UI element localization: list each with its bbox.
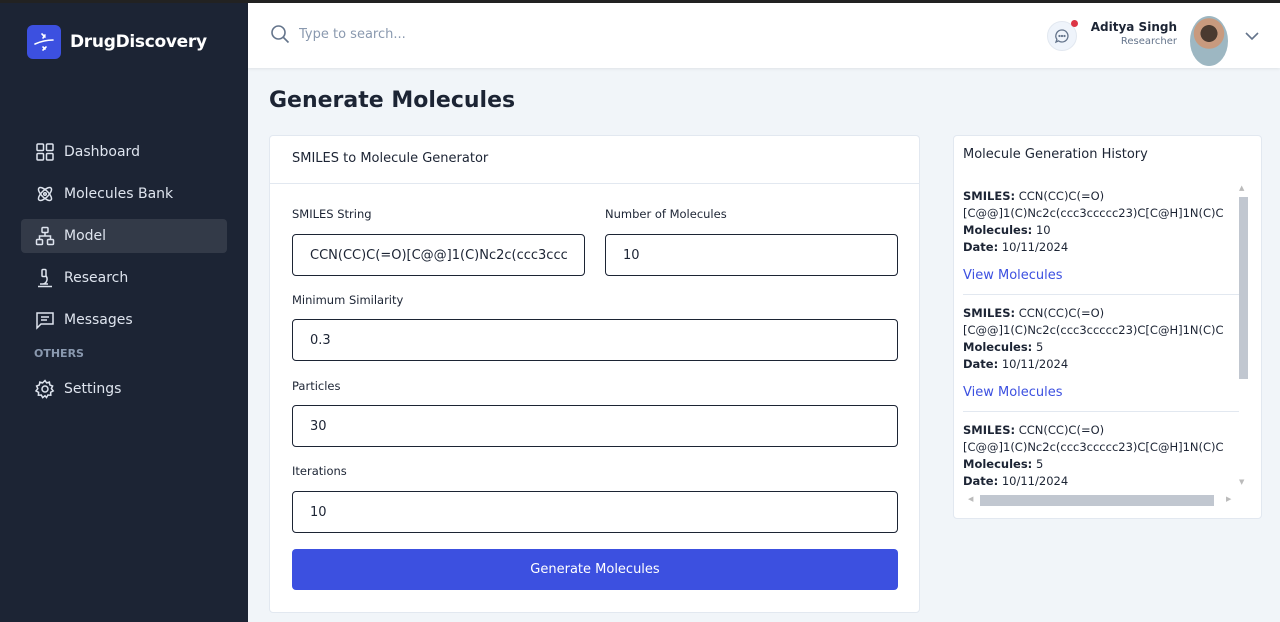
- sidebar-item-label: Molecules Bank: [64, 186, 174, 202]
- sidebar-item-label: Dashboard: [64, 144, 140, 160]
- user-role: Researcher: [1120, 36, 1177, 47]
- molecules-key: Molecules:: [963, 340, 1033, 354]
- sidebar-item-label: Messages: [64, 312, 133, 328]
- sidebar-item-messages[interactable]: Messages: [21, 303, 227, 337]
- date-value: 10/11/2024: [1001, 474, 1069, 488]
- num-molecules-input[interactable]: [605, 234, 898, 276]
- sidebar-nav: Dashboard Molecules Bank Model Research …: [21, 135, 227, 414]
- smiles-value-cont: [C@@]1(C)Nc2c(ccc3ccccc23)C[C@H]1N(C)C: [963, 440, 1224, 454]
- search-bar: [270, 24, 599, 44]
- sidebar-item-dashboard[interactable]: Dashboard: [21, 135, 227, 169]
- dna-logo-icon: [27, 25, 61, 59]
- history-card: Molecule Generation History SMILES: CCN(…: [953, 135, 1262, 519]
- sidebar-item-label: Model: [64, 228, 107, 244]
- app-name: DrugDiscovery: [70, 32, 207, 52]
- view-molecules-link[interactable]: View Molecules: [963, 267, 1239, 284]
- message-icon: [36, 312, 54, 330]
- min-similarity-input[interactable]: [292, 319, 898, 361]
- smiles-value: CCN(CC)C(=O): [1018, 306, 1105, 320]
- sidebar: DrugDiscovery Dashboard Molecules Bank M…: [0, 3, 248, 622]
- sidebar-item-research[interactable]: Research: [21, 261, 227, 295]
- smiles-value: CCN(CC)C(=O): [1018, 423, 1105, 437]
- sidebar-item-settings[interactable]: Settings: [21, 372, 227, 406]
- date-value: 10/11/2024: [1001, 357, 1069, 371]
- smiles-value-cont: [C@@]1(C)Nc2c(ccc3ccccc23)C[C@H]1N(C)C: [963, 323, 1224, 337]
- form-title: SMILES to Molecule Generator: [270, 136, 919, 184]
- microscope-icon: [38, 268, 52, 288]
- molecules-key: Molecules:: [963, 223, 1033, 237]
- horizontal-scrollbar[interactable]: ◀ ▶: [968, 493, 1238, 506]
- generate-molecules-button[interactable]: Generate Molecules: [292, 549, 898, 590]
- scrollbar-thumb[interactable]: [1239, 197, 1248, 379]
- search-icon: [271, 25, 290, 44]
- scrollbar-thumb[interactable]: [980, 495, 1214, 506]
- history-item: SMILES: CCN(CC)C(=O) [C@@]1(C)Nc2c(ccc3c…: [963, 188, 1239, 295]
- particles-label: Particles: [292, 379, 341, 393]
- molecules-count: 5: [1035, 457, 1044, 471]
- smiles-key: SMILES:: [963, 306, 1016, 320]
- iterations-label: Iterations: [292, 464, 347, 478]
- smiles-key: SMILES:: [963, 189, 1016, 203]
- avatar[interactable]: [1190, 16, 1228, 66]
- iterations-input[interactable]: [292, 491, 898, 533]
- notification-dot: [1071, 20, 1078, 27]
- vertical-scrollbar[interactable]: ▲ ▼: [1238, 184, 1248, 491]
- smiles-label: SMILES String: [292, 207, 372, 221]
- view-molecules-link[interactable]: View Molecules: [963, 384, 1239, 401]
- sidebar-item-label: Settings: [64, 381, 122, 397]
- date-value: 10/11/2024: [1001, 240, 1069, 254]
- chevron-down-icon[interactable]: [1244, 29, 1260, 43]
- particles-input[interactable]: [292, 405, 898, 447]
- molecules-count: 5: [1035, 340, 1044, 354]
- logo[interactable]: DrugDiscovery: [27, 25, 207, 59]
- user-info[interactable]: Aditya Singh Researcher: [1091, 20, 1177, 47]
- smiles-input[interactable]: [292, 234, 585, 276]
- gear-icon: [35, 379, 55, 399]
- sidebar-item-label: Research: [64, 270, 129, 286]
- num-molecules-label: Number of Molecules: [605, 207, 727, 221]
- smiles-key: SMILES:: [963, 423, 1016, 437]
- search-input[interactable]: [299, 26, 599, 42]
- sidebar-section-label: OTHERS: [34, 347, 84, 360]
- molecules-count: 10: [1035, 223, 1051, 237]
- smiles-value: CCN(CC)C(=O): [1018, 189, 1105, 203]
- history-title: Molecule Generation History: [963, 147, 1148, 162]
- generator-form-card: SMILES to Molecule Generator SMILES Stri…: [269, 135, 920, 613]
- sidebar-item-molecules-bank[interactable]: Molecules Bank: [21, 177, 227, 211]
- page-title: Generate Molecules: [269, 88, 516, 113]
- date-key: Date:: [963, 474, 999, 488]
- top-header: Aditya Singh Researcher: [248, 3, 1280, 68]
- history-item: SMILES: CCN(CC)C(=O) [C@@]1(C)Nc2c(ccc3c…: [963, 422, 1239, 491]
- min-similarity-label: Minimum Similarity: [292, 293, 404, 307]
- user-name: Aditya Singh: [1090, 20, 1177, 34]
- atom-icon: [37, 186, 53, 202]
- hierarchy-icon: [35, 226, 55, 246]
- molecules-key: Molecules:: [963, 457, 1033, 471]
- sidebar-item-model[interactable]: Model: [21, 219, 227, 253]
- chat-icon: [1054, 29, 1069, 44]
- date-key: Date:: [963, 357, 999, 371]
- history-list[interactable]: SMILES: CCN(CC)C(=O) [C@@]1(C)Nc2c(ccc3c…: [963, 188, 1239, 491]
- messages-button[interactable]: [1047, 20, 1078, 51]
- history-item: SMILES: CCN(CC)C(=O) [C@@]1(C)Nc2c(ccc3c…: [963, 305, 1239, 412]
- grid-icon: [36, 143, 54, 161]
- date-key: Date:: [963, 240, 999, 254]
- smiles-value-cont: [C@@]1(C)Nc2c(ccc3ccccc23)C[C@H]1N(C)C: [963, 206, 1224, 220]
